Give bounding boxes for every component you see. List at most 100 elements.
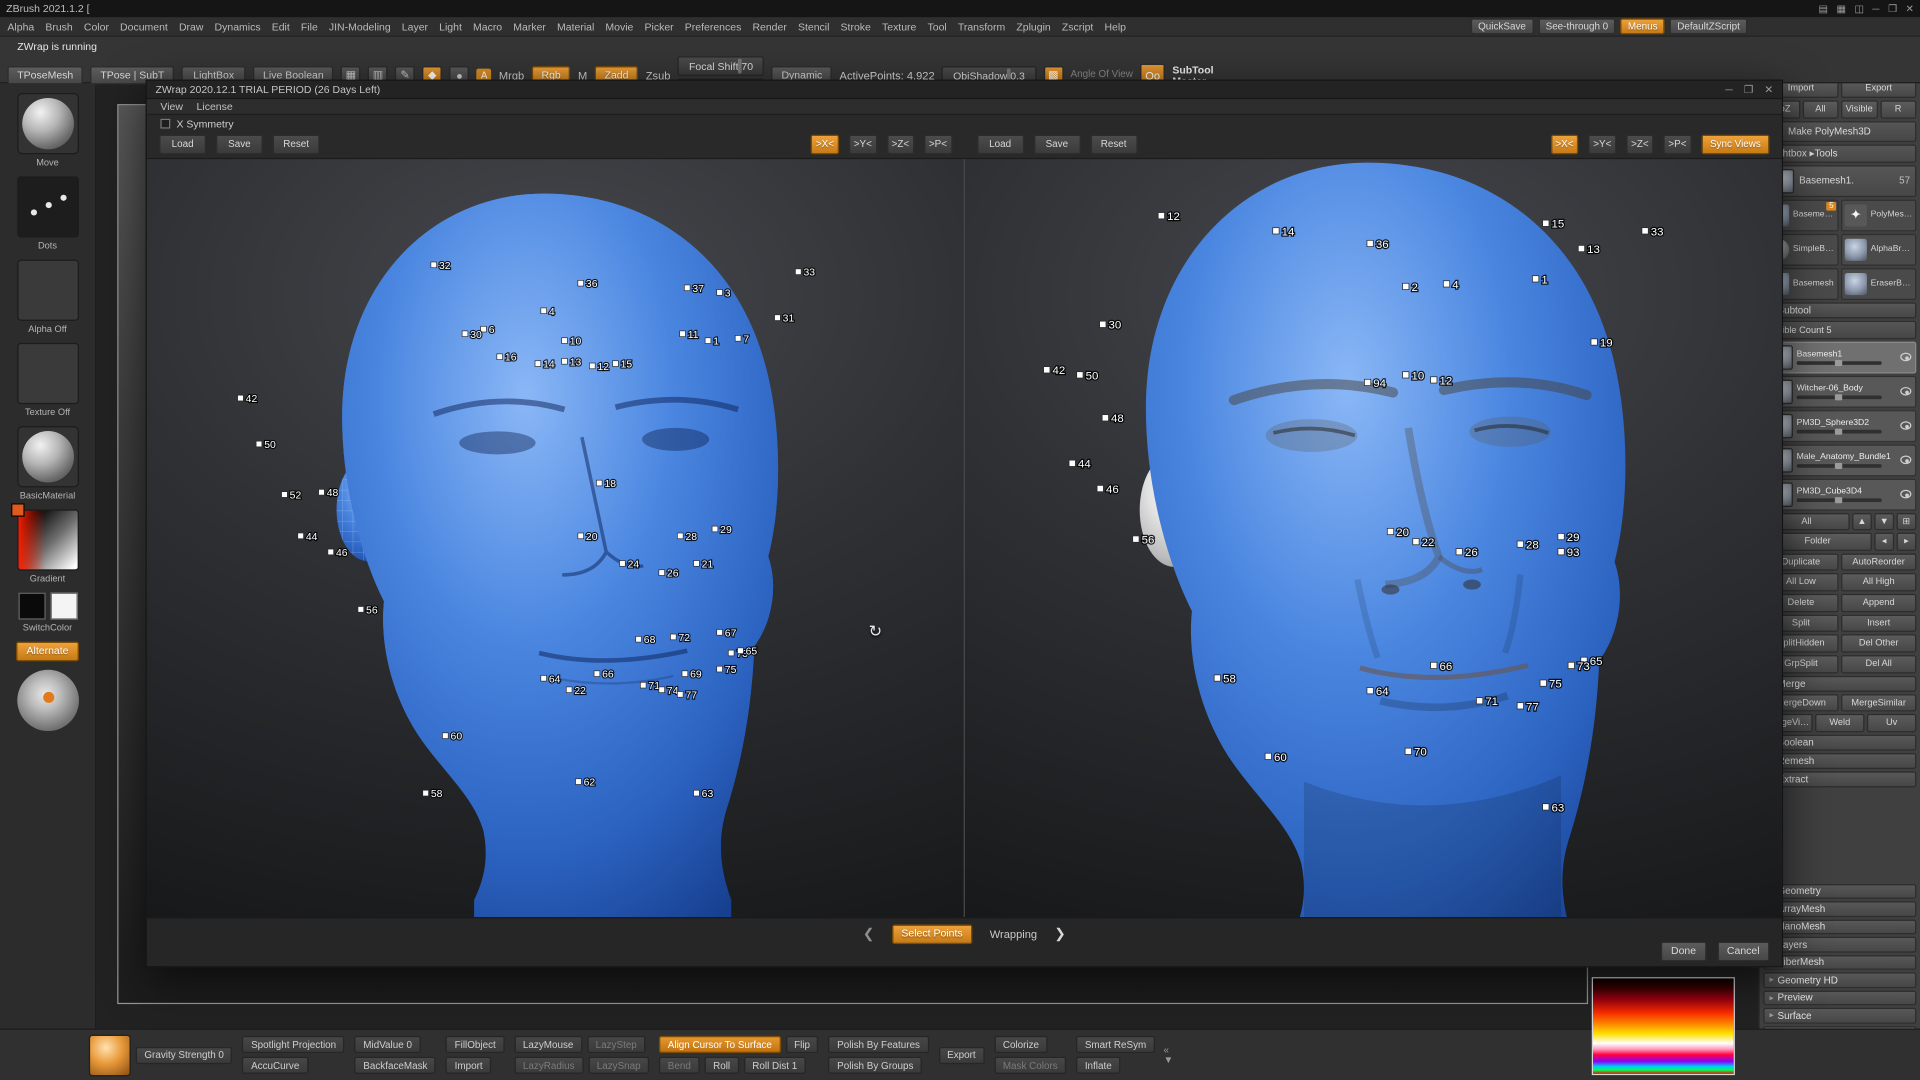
split-icon[interactable]: ◫ bbox=[1854, 3, 1863, 14]
menu-movie[interactable]: Movie bbox=[605, 20, 633, 32]
x-button[interactable]: >X< bbox=[1550, 135, 1578, 154]
subtool-up-icon[interactable]: ▲ bbox=[1852, 512, 1872, 530]
mask-colors-button[interactable]: Mask Colors bbox=[994, 1057, 1066, 1074]
insert-button[interactable]: Insert bbox=[1841, 614, 1916, 632]
correspondence-point-33[interactable]: 33 bbox=[1642, 226, 1664, 238]
section-fibermesh[interactable]: ▸FiberMesh bbox=[1763, 954, 1916, 969]
basicmaterial-thumb[interactable] bbox=[17, 426, 79, 487]
menu-help[interactable]: Help bbox=[1104, 20, 1126, 32]
section-extract[interactable]: ▸Extract bbox=[1763, 771, 1916, 787]
correspondence-point-31[interactable]: 31 bbox=[775, 314, 795, 325]
correspondence-point-50[interactable]: 50 bbox=[1077, 370, 1099, 382]
bend-button[interactable]: Bend bbox=[659, 1057, 699, 1074]
quickpick-alphabrush[interactable]: AlphaBrush bbox=[1841, 233, 1916, 265]
subtool-pm3d-cube3d4[interactable]: PM3D_Cube3D4 bbox=[1763, 478, 1916, 510]
polish-by-groups-button[interactable]: Polish By Groups bbox=[829, 1057, 923, 1074]
see-through-slider[interactable]: See-through 0 bbox=[1538, 18, 1615, 34]
zwrap-titlebar[interactable]: ZWrap 2020.12.1 TRIAL PERIOD (26 Days Le… bbox=[147, 81, 1782, 99]
merge-section-header[interactable]: ▾Merge bbox=[1763, 675, 1916, 691]
visible-count-row[interactable]: Visible Count 5 bbox=[1763, 320, 1916, 338]
bottombar-expand-icons[interactable]: «▼ bbox=[1164, 1045, 1174, 1065]
prev-step-arrow[interactable]: ❮ bbox=[863, 926, 874, 942]
menu-alpha[interactable]: Alpha bbox=[7, 20, 34, 32]
uv-button[interactable]: Uv bbox=[1867, 714, 1916, 732]
target-mesh-viewport[interactable]: 1214361533132411930425048444656941012222… bbox=[965, 159, 1782, 917]
menu-marker[interactable]: Marker bbox=[513, 20, 546, 32]
quicksave-button[interactable]: QuickSave bbox=[1471, 18, 1534, 34]
correspondence-point-50[interactable]: 50 bbox=[256, 440, 276, 451]
menu-stencil[interactable]: Stencil bbox=[798, 20, 829, 32]
backfacemask-button[interactable]: BackfaceMask bbox=[355, 1057, 436, 1074]
z-button[interactable]: >Z< bbox=[1626, 135, 1653, 154]
y-button[interactable]: >Y< bbox=[1588, 135, 1616, 154]
menu-light[interactable]: Light bbox=[439, 20, 462, 32]
eye-icon[interactable] bbox=[1900, 387, 1911, 396]
folder-prev-icon[interactable]: ◂ bbox=[1874, 533, 1894, 551]
x-symmetry-checkbox[interactable] bbox=[160, 118, 170, 128]
stroke-dots-thumb[interactable] bbox=[17, 176, 79, 237]
color-spectrum-widget[interactable] bbox=[1592, 977, 1735, 1075]
section-remesh[interactable]: ▸Remesh bbox=[1763, 753, 1916, 769]
section-geometry-hd[interactable]: ▸Geometry HD bbox=[1763, 972, 1916, 987]
done-button[interactable]: Done bbox=[1661, 942, 1706, 961]
correspondence-point-48[interactable]: 48 bbox=[1102, 413, 1124, 425]
quickpick-polymesh3d[interactable]: ✦PolyMesh3D bbox=[1841, 199, 1916, 231]
z-button[interactable]: >Z< bbox=[887, 135, 914, 154]
subtool-slider[interactable] bbox=[1797, 498, 1882, 502]
subtool-basemesh1[interactable]: Basemesh1 bbox=[1763, 341, 1916, 373]
source-mesh-viewport[interactable]: 3236373333146301011171614131215425052484… bbox=[147, 159, 965, 917]
default-zscript-button[interactable]: DefaultZScript bbox=[1670, 18, 1747, 34]
all-button[interactable]: All bbox=[1802, 100, 1838, 118]
correspondence-point-46[interactable]: 46 bbox=[328, 548, 348, 559]
zwrap-close-icon[interactable]: ✕ bbox=[1764, 83, 1773, 96]
correspondence-point-30[interactable]: 30 bbox=[1100, 320, 1122, 332]
correspondence-point-15[interactable]: 15 bbox=[1543, 219, 1565, 231]
load-button[interactable]: Load bbox=[977, 135, 1024, 154]
correspondence-point-46[interactable]: 46 bbox=[1097, 484, 1119, 496]
toolbar-tposemesh-button[interactable]: TPoseMesh bbox=[7, 66, 83, 85]
eye-icon[interactable] bbox=[1900, 490, 1911, 499]
quickpick-eraserbrush[interactable]: EraserBrush bbox=[1841, 268, 1916, 300]
gradient-color-picker[interactable] bbox=[17, 509, 79, 570]
weld-button[interactable]: Weld bbox=[1815, 714, 1864, 732]
main-color-swatch[interactable] bbox=[18, 593, 45, 620]
lightbox-tools-button[interactable]: Lightbox ▸Tools bbox=[1763, 144, 1916, 162]
x-button[interactable]: >X< bbox=[811, 135, 839, 154]
append-button[interactable]: Append bbox=[1841, 594, 1916, 612]
subtool-slider[interactable] bbox=[1797, 395, 1882, 399]
lazysnap-button[interactable]: LazySnap bbox=[588, 1057, 649, 1074]
correspondence-point-42[interactable]: 42 bbox=[238, 394, 258, 405]
wrapping-tab[interactable]: Wrapping bbox=[990, 928, 1037, 940]
eye-icon[interactable] bbox=[1900, 456, 1911, 465]
cancel-button[interactable]: Cancel bbox=[1717, 942, 1769, 961]
section-preview[interactable]: ▸Preview bbox=[1763, 990, 1916, 1005]
menu-transform[interactable]: Transform bbox=[958, 20, 1005, 32]
zwrap-minimize-icon[interactable]: ─ bbox=[1725, 83, 1732, 96]
section-nanomesh[interactable]: ▸NanoMesh bbox=[1763, 919, 1916, 934]
r-button[interactable]: R bbox=[1880, 100, 1916, 118]
correspondence-point-13[interactable]: 13 bbox=[1578, 244, 1600, 256]
layout-icon[interactable]: ▤ bbox=[1819, 3, 1828, 14]
section-geometry[interactable]: ▸Geometry bbox=[1763, 883, 1916, 898]
subtool-slider[interactable] bbox=[1797, 463, 1882, 467]
del-all-button[interactable]: Del All bbox=[1841, 655, 1916, 673]
roll-button[interactable]: Roll bbox=[704, 1057, 738, 1074]
sync-views-button[interactable]: Sync Views bbox=[1701, 135, 1769, 154]
focal-shift-slider[interactable]: Focal Shift 70 bbox=[678, 56, 764, 76]
menu-tool[interactable]: Tool bbox=[927, 20, 946, 32]
gravity-brush-thumb-icon[interactable] bbox=[89, 1034, 131, 1076]
gravity-strength-0-button[interactable]: Gravity Strength 0 bbox=[136, 1046, 233, 1063]
correspondence-point-52[interactable]: 52 bbox=[282, 491, 302, 502]
load-button[interactable]: Load bbox=[159, 135, 206, 154]
menu-layer[interactable]: Layer bbox=[402, 20, 428, 32]
menu-dynamics[interactable]: Dynamics bbox=[215, 20, 261, 32]
correspondence-point-58[interactable]: 58 bbox=[423, 789, 443, 800]
subtool-male-anatomy-bundle1[interactable]: Male_Anatomy_Bundle1 bbox=[1763, 444, 1916, 476]
menus-button[interactable]: Menus bbox=[1621, 18, 1665, 34]
menu-stroke[interactable]: Stroke bbox=[841, 20, 871, 32]
section-boolean[interactable]: ▸Boolean bbox=[1763, 734, 1916, 750]
menu-zscript[interactable]: Zscript bbox=[1062, 20, 1093, 32]
lazyradius-button[interactable]: LazyRadius bbox=[514, 1057, 583, 1074]
make-polymesh3d-button[interactable]: S Make PolyMesh3D bbox=[1763, 121, 1916, 142]
subtool-section-header[interactable]: ▾Subtool bbox=[1763, 302, 1916, 318]
